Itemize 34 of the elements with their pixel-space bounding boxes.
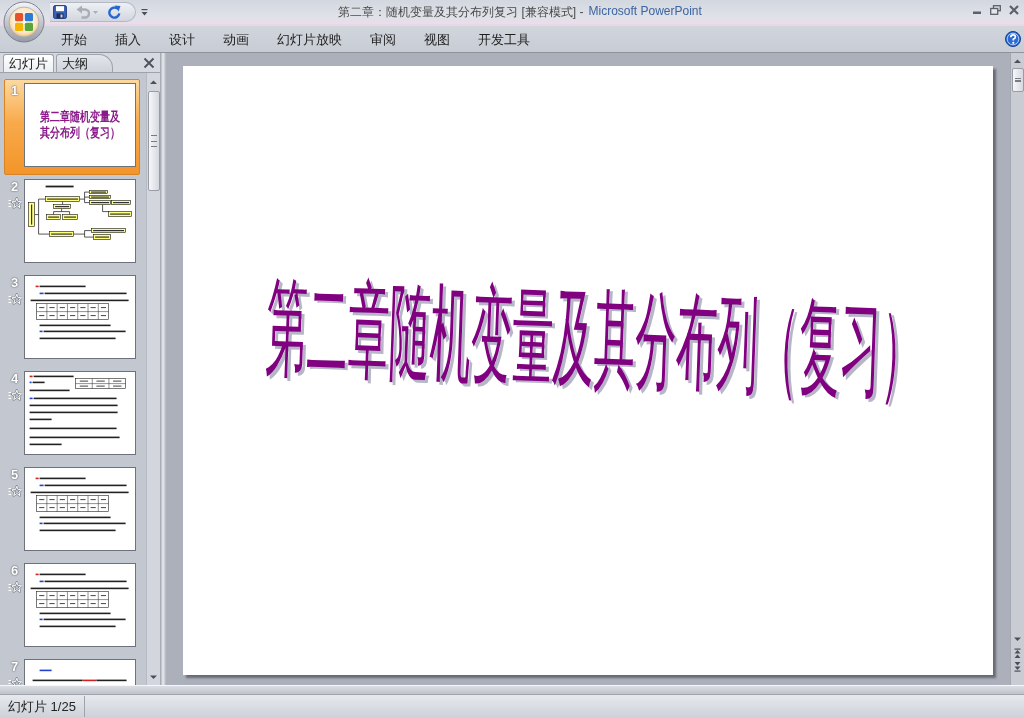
scroll-thumb[interactable] (1011, 68, 1024, 92)
ribbon-tab[interactable]: 开发工具 (464, 27, 544, 51)
slide-number: 1 (10, 84, 19, 98)
ribbon-tab[interactable]: 设计 (155, 27, 209, 51)
help-icon[interactable] (1005, 31, 1021, 47)
close-icon[interactable] (1009, 5, 1019, 15)
slide-number: 7 (10, 660, 19, 674)
ribbon-tab[interactable]: 幻灯片放映 (263, 27, 356, 51)
slide-list-item[interactable]: 1 第二章随机变量及其分布列（复习） (4, 79, 140, 175)
application-name: Microsoft PowerPoint (588, 3, 702, 20)
ribbon-tab[interactable]: 动画 (209, 27, 263, 51)
slide-title: 第二章随机变量及其分布列（复习） (264, 275, 924, 406)
slide-counter: 幻灯片 1/25 (0, 696, 85, 717)
pane-tab[interactable]: 幻灯片 (3, 54, 54, 72)
thumbnail-title: 第二章随机变量及其分布列（复习） (39, 109, 121, 141)
redo-icon[interactable] (107, 5, 121, 19)
ribbon-tab[interactable]: 开始 (47, 27, 101, 51)
logo-icon (15, 13, 33, 31)
slide-number: 6 (10, 564, 19, 578)
ribbon-tab[interactable]: 插入 (101, 27, 155, 51)
save-icon[interactable] (53, 5, 67, 19)
ribbon-tab[interactable]: 审阅 (356, 27, 410, 51)
caret-icon[interactable] (141, 8, 148, 16)
close-icon[interactable] (143, 56, 155, 69)
restore-icon[interactable] (990, 5, 1001, 15)
slide-number: 4 (10, 372, 19, 386)
double-up-arrow-icon[interactable] (1011, 648, 1024, 660)
document-title: 第二章：随机变量及其分布列复习 [兼容模式] - (338, 3, 584, 21)
scroll-thumb[interactable] (147, 91, 160, 191)
slide-number: 3 (10, 276, 19, 290)
ribbon-tab[interactable]: 视图 (410, 27, 464, 51)
slide-number: 5 (10, 468, 19, 482)
slide-number: 2 (10, 180, 19, 194)
pane-tab[interactable]: 大纲 (56, 54, 113, 72)
